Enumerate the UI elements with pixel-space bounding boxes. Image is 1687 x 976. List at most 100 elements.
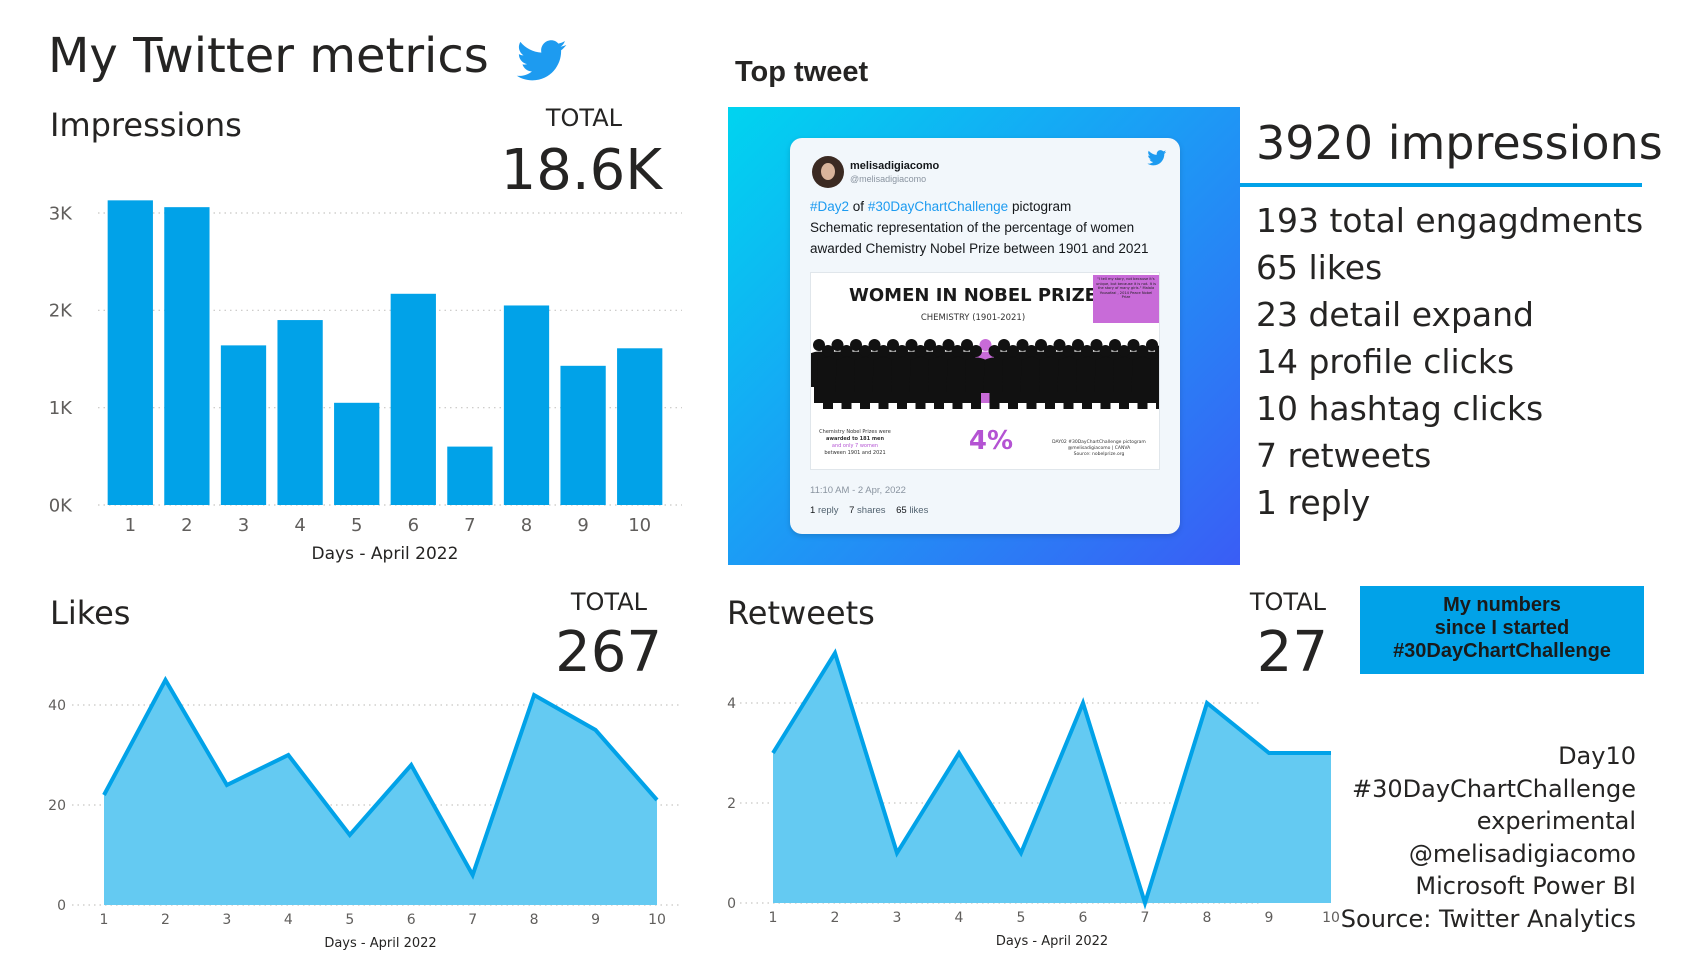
retweets-title: Retweets <box>727 594 875 632</box>
x-tick-label: 6 <box>408 515 419 536</box>
tweet-user-handle: @melisadigiacomo <box>850 174 927 184</box>
y-tick-label: 40 <box>48 698 66 714</box>
bar <box>617 348 663 505</box>
bar <box>220 345 267 505</box>
hashtag-day2-link[interactable]: #Day2 <box>810 199 849 214</box>
x-tick-label: 1 <box>769 910 778 926</box>
x-tick-label: 1 <box>100 912 109 928</box>
x-axis-title: Days - April 2022 <box>996 934 1108 949</box>
metric-hashtag-clicks: 10 hashtag clicks <box>1256 389 1544 428</box>
x-tick-label: 1 <box>125 515 136 536</box>
pictogram-title: WOMEN IN NOBEL PRIZE <box>849 285 1097 306</box>
pictogram-credit-line1: DAY02 #30DayChartChallenge pictogram <box>1052 439 1146 445</box>
share-label: shares <box>857 505 886 516</box>
x-tick-label: 2 <box>831 910 840 926</box>
silhouette-head <box>1081 345 1093 357</box>
reply-label: reply <box>817 505 839 516</box>
bar <box>277 320 323 505</box>
bar <box>560 365 606 505</box>
reply-count: 1 <box>810 505 816 516</box>
tweet-text-body: Schematic representation of the percenta… <box>810 220 1149 256</box>
headline-divider <box>1240 183 1642 187</box>
silhouette-head <box>840 345 853 357</box>
x-tick-label: 10 <box>648 912 666 928</box>
silhouette-head <box>933 345 945 357</box>
top-tweet-title: Top tweet <box>735 56 869 88</box>
x-tick-label: 8 <box>1203 910 1212 926</box>
x-tick-label: 5 <box>345 912 354 928</box>
metric-engagements: 193 total engagdments <box>1256 201 1644 240</box>
y-tick-label: 20 <box>48 798 66 814</box>
impressions-chart: 0K 1K 2K 3K 1 2 3 4 5 6 7 8 9 10 Days - April 2022 <box>49 200 682 564</box>
silhouette-head <box>970 345 982 357</box>
silhouette-head <box>859 345 871 357</box>
x-tick-label: 3 <box>238 515 249 536</box>
silhouette-head <box>1136 345 1149 357</box>
pictogram-subtitle: CHEMISTRY (1901-2021) <box>921 313 1025 323</box>
silhouette-head <box>1044 345 1056 357</box>
like-count: 65 <box>896 505 907 516</box>
silhouette-head <box>1062 345 1075 357</box>
bar <box>164 207 210 505</box>
bar <box>107 200 153 505</box>
silhouette-head <box>1099 345 1112 357</box>
silhouette-crowd <box>811 339 1159 409</box>
y-tick-label: 3K <box>49 203 73 224</box>
metric-profile-clicks: 14 profile clicks <box>1256 342 1515 381</box>
like-label: likes <box>909 505 929 516</box>
silhouette-head <box>988 345 1001 357</box>
x-axis-title: Days - April 2022 <box>324 936 436 951</box>
pictogram-note-line1: Chemistry Nobel Prizes were <box>819 429 891 435</box>
x-tick-label: 7 <box>1141 910 1150 926</box>
x-tick-label: 6 <box>407 912 416 928</box>
avatar <box>812 156 844 188</box>
silhouette-head <box>1025 345 1038 357</box>
y-tick-label: 2K <box>49 301 73 322</box>
metric-likes: 65 likes <box>1256 248 1383 287</box>
x-axis-title: Days - April 2022 <box>312 544 459 564</box>
hashtag-challenge-link[interactable]: #30DayChartChallenge <box>868 199 1008 214</box>
credit-source: Source: Twitter Analytics <box>1340 904 1636 933</box>
pictogram-note-line4: between 1901 and 2021 <box>824 450 885 456</box>
x-tick-label: 7 <box>468 912 477 928</box>
tweet-stats: 1 reply 7 shares 65 likes <box>810 505 928 516</box>
silhouette-head <box>914 345 927 357</box>
x-tick-label: 10 <box>628 515 651 536</box>
likes-chart: 0 20 40 1 2 3 4 5 6 7 8 9 10 Days - April 2022 <box>48 675 682 951</box>
tweet-text: #Day2 of #30DayChartChallenge pictogram … <box>810 196 1166 259</box>
impressions-total-label: TOTAL <box>545 104 622 132</box>
x-tick-label: 3 <box>893 910 902 926</box>
silhouette-head <box>877 345 890 357</box>
x-tick-label: 8 <box>521 515 532 536</box>
twitter-bird-icon <box>1147 150 1167 166</box>
metric-retweets: 7 retweets <box>1256 436 1432 475</box>
credit-day: Day10 <box>1558 742 1636 770</box>
top-tweet-impressions: 3920 impressions <box>1256 116 1663 170</box>
x-tick-label: 9 <box>591 912 600 928</box>
y-tick-label: 0K <box>49 495 73 516</box>
tweet-image[interactable]: WOMEN IN NOBEL PRIZE CHEMISTRY (1901-202… <box>810 272 1160 470</box>
credit-theme: experimental <box>1476 807 1636 835</box>
impressions-title: Impressions <box>50 106 242 144</box>
pictogram-percent: 4% <box>969 426 1013 456</box>
pictogram-credit-line3: Source: nobelprize.org <box>1074 451 1125 457</box>
numbers-since-started-badge: My numbers since I started #30DayChartCh… <box>1360 586 1644 674</box>
pictogram-image: WOMEN IN NOBEL PRIZE CHEMISTRY (1901-202… <box>811 275 1159 457</box>
badge-line3: #30DayChartChallenge <box>1393 640 1611 662</box>
share-count: 7 <box>849 505 855 516</box>
y-tick-label: 1K <box>49 398 73 419</box>
x-tick-label: 2 <box>161 912 170 928</box>
y-tick-label: 4 <box>727 696 736 712</box>
x-tick-label: 4 <box>284 912 293 928</box>
badge-line2: since I started <box>1434 617 1570 639</box>
retweets-chart: 0241 2 3 4 5 6 7 8 9 10Days - April 2022 <box>727 648 1340 949</box>
silhouette-head <box>951 345 964 357</box>
x-tick-label: 5 <box>1017 910 1026 926</box>
pictogram-note-line3: and only 7 women <box>832 443 878 449</box>
x-tick-label: 4 <box>294 515 305 536</box>
x-tick-label: 8 <box>530 912 539 928</box>
tweet-user-name: melisadigiacomo <box>850 160 940 172</box>
bar <box>447 446 493 505</box>
likes-total-label: TOTAL <box>570 588 647 616</box>
y-tick-label: 0 <box>727 896 736 912</box>
